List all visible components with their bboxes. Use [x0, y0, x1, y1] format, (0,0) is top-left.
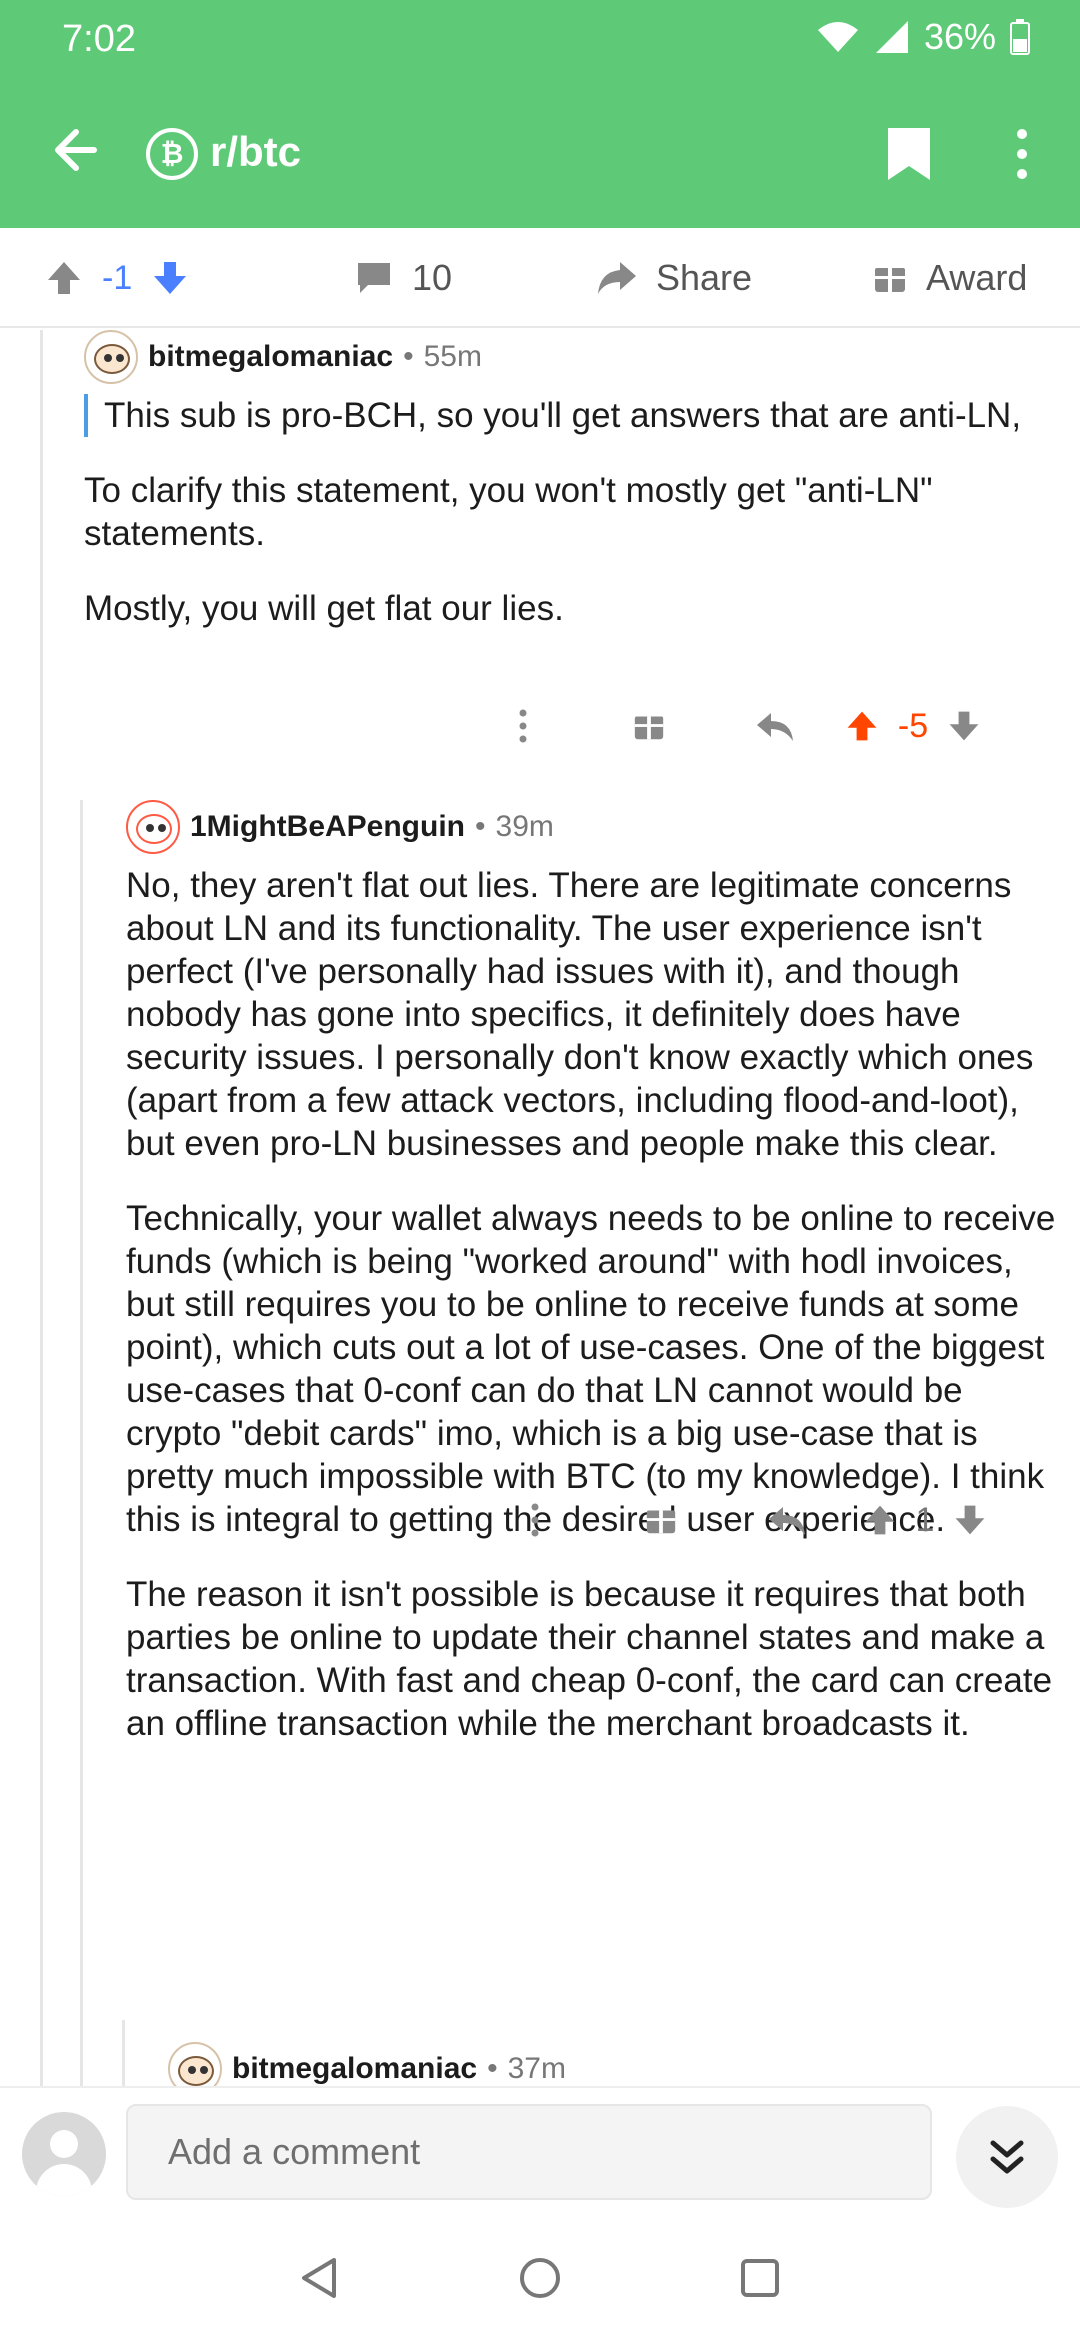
comment-meta: 1MightBeAPenguin • 39m: [126, 800, 1066, 854]
comment: bitmegalomaniac • 37m: [168, 2042, 1068, 2086]
comment-reply-button[interactable]: [724, 1490, 850, 1550]
meta-dot: •: [475, 810, 486, 843]
comment-paragraph: The reason it isn't possible is because …: [126, 1575, 1053, 1743]
post-action-bar: -1 10 Share Award: [0, 228, 1080, 328]
post-score: -1: [102, 258, 133, 297]
chevron-double-down-icon: [990, 2140, 1024, 2174]
upvote-icon[interactable]: [844, 708, 880, 744]
comment-actions: 1: [472, 1490, 1000, 1550]
comment-composer: Add a comment: [0, 2086, 1080, 2216]
avatar[interactable]: [84, 330, 138, 384]
comment-author[interactable]: bitmegalomaniac: [232, 2052, 477, 2086]
award-icon: [646, 1510, 676, 1534]
comment-list: bitmegalomaniac • 55m This sub is pro-BC…: [0, 330, 1080, 2086]
comment-reply-button[interactable]: [712, 696, 838, 756]
share-button[interactable]: Share: [594, 228, 752, 328]
system-nav-bar: [0, 2216, 1080, 2340]
comment-vote: -5: [838, 696, 988, 756]
comment-more-button[interactable]: [472, 1490, 598, 1550]
upvote-icon[interactable]: [44, 258, 84, 298]
battery-icon: [1010, 19, 1030, 55]
comment-body: This sub is pro-BCH, so you'll get answe…: [84, 394, 1064, 630]
more-vert-icon: [519, 709, 527, 743]
comment-score: -5: [897, 706, 929, 745]
thread-line: [122, 2020, 125, 2086]
more-vert-icon[interactable]: [1010, 126, 1034, 182]
award-icon: [875, 268, 905, 292]
downvote-icon[interactable]: [946, 708, 982, 744]
comment-author[interactable]: 1MightBeAPenguin: [190, 810, 465, 844]
comment-age: 55m: [423, 340, 482, 373]
comment-actions: -5: [460, 696, 988, 756]
downvote-icon[interactable]: [952, 1502, 988, 1538]
comment-paragraph: No, they aren't flat out lies. There are…: [126, 866, 1034, 1163]
comment-award-button[interactable]: [598, 1490, 724, 1550]
add-comment-input[interactable]: Add a comment: [126, 2104, 932, 2200]
comments-count: 10: [412, 257, 453, 298]
comment-age: 37m: [507, 2052, 566, 2085]
subreddit-title[interactable]: r/btc: [210, 128, 301, 176]
post-vote-group: -1: [44, 228, 190, 328]
comments-count-button[interactable]: 10: [354, 228, 452, 328]
comment-paragraph: Mostly, you will get flat our lies.: [84, 589, 564, 628]
reply-icon: [769, 1507, 805, 1535]
share-icon: [598, 262, 636, 294]
avatar[interactable]: [126, 800, 180, 854]
nav-recents-button[interactable]: [730, 2248, 790, 2308]
meta-dot: •: [487, 2052, 498, 2085]
quote-block: This sub is pro-BCH, so you'll get answe…: [84, 394, 1064, 437]
battery-percent: 36%: [923, 16, 996, 57]
meta-dot: •: [403, 340, 414, 373]
square-recents-icon: [741, 2259, 779, 2297]
nav-home-button[interactable]: [510, 2248, 570, 2308]
status-time: 7:02: [62, 18, 136, 60]
comment-vote: 1: [850, 1490, 1000, 1550]
avatar[interactable]: [22, 2112, 106, 2196]
more-vert-icon: [531, 1503, 539, 1537]
comment: 1MightBeAPenguin • 39m No, they aren't f…: [126, 800, 1066, 1745]
bitcoin-icon[interactable]: ₿: [146, 128, 198, 180]
thread-line: [40, 330, 43, 2086]
comment-body: No, they aren't flat out lies. There are…: [126, 864, 1066, 1745]
status-bar: 7:02 36%: [0, 0, 1080, 80]
thread-line: [80, 800, 83, 2086]
comment-author[interactable]: bitmegalomaniac: [148, 340, 393, 374]
wifi-icon: [817, 22, 858, 52]
award-label: Award: [926, 257, 1028, 298]
nav-back-button[interactable]: [290, 2248, 350, 2308]
upvote-icon[interactable]: [862, 1502, 898, 1538]
comment-paragraph: To clarify this statement, you won't mos…: [84, 471, 933, 553]
reply-icon: [757, 713, 793, 741]
comment-icon: [358, 263, 390, 293]
downvote-icon[interactable]: [150, 258, 190, 298]
comment: bitmegalomaniac • 55m This sub is pro-BC…: [84, 330, 1064, 630]
award-button[interactable]: Award: [872, 228, 1027, 328]
award-icon: [634, 716, 664, 740]
comment-meta: bitmegalomaniac • 37m: [168, 2042, 1068, 2086]
comment-score: 1: [915, 1500, 935, 1539]
share-label: Share: [656, 257, 753, 298]
bookmark-icon[interactable]: [886, 126, 932, 182]
comment-meta: bitmegalomaniac • 55m: [84, 330, 1064, 384]
back-arrow-icon[interactable]: [46, 122, 102, 178]
status-right: 36%: [816, 16, 1030, 58]
app-bar: ₿ r/btc: [0, 100, 1080, 204]
jump-next-button[interactable]: [956, 2106, 1058, 2208]
app-header: 7:02 36% ₿ r/btc: [0, 0, 1080, 228]
avatar[interactable]: [168, 2042, 222, 2086]
comment-award-button[interactable]: [586, 696, 712, 756]
circle-home-icon: [520, 2258, 560, 2298]
comment-age: 39m: [495, 810, 554, 843]
comment-more-button[interactable]: [460, 696, 586, 756]
signal-icon: [875, 21, 908, 53]
triangle-back-icon: [302, 2258, 336, 2298]
